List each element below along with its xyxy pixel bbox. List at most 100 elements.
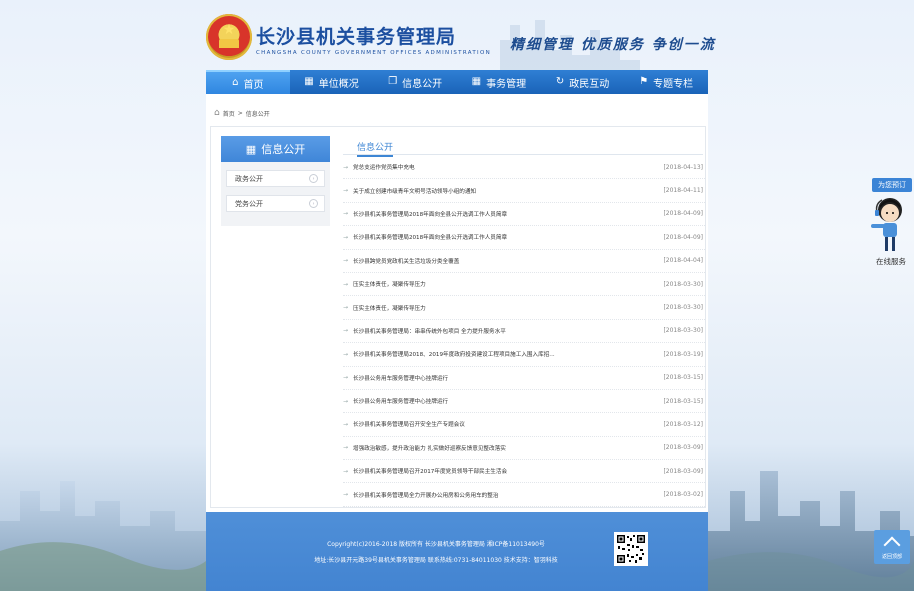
list-item[interactable]: → 长沙县机关事务管理局全力开展办公用房和公务用车的整治 [2018-03-02] <box>343 483 705 507</box>
list-item[interactable]: → 压实主体责任，凝聚传导压力 [2018-03-30] <box>343 296 705 320</box>
list-item[interactable]: → 党总支运作党员集中充电 [2018-04-13] <box>343 156 705 180</box>
article-title[interactable]: 长沙县公务用车服务管理中心挂牌运行 <box>353 374 663 382</box>
arrow-icon: → <box>343 420 349 428</box>
article-title[interactable]: 长沙县机关事务管理局：串串传统外包项目 全力提升服务水平 <box>353 327 663 335</box>
sidebar-item-party-affairs[interactable]: 党务公开 › <box>226 195 325 212</box>
site-subtitle: CHANGSHA COUNTY GOVERNMENT OFFICES ADMIN… <box>256 50 491 56</box>
article-title[interactable]: 长沙县机关事务管理局召开2017年度党员领导干部民主生活会 <box>353 467 663 475</box>
arrow-icon: → <box>343 233 349 241</box>
article-date: [2018-03-02] <box>663 491 703 499</box>
back-to-top-label: 返回顶部 <box>881 554 902 560</box>
nav-label: 专题专栏 <box>653 78 694 90</box>
list-item[interactable]: → 长沙县机关事务管理局2018、2019年度政府投资建设工程项目施工入围入库招.… <box>343 343 705 367</box>
article-title[interactable]: 党总支运作党员集中充电 <box>353 163 663 171</box>
article-title[interactable]: 长沙县跨党员党政机关生活垃圾分类全覆盖 <box>353 257 663 265</box>
article-date: [2018-03-15] <box>663 374 703 382</box>
nav-label: 信息公开 <box>402 78 443 90</box>
list-item[interactable]: → 长沙县机关事务管理局2018年面向全县公开选调工作人员简章 [2018-04-0… <box>343 226 705 250</box>
nav-about[interactable]: ▦ 单位概况 <box>290 70 374 94</box>
refresh-icon: ↻ <box>555 76 565 87</box>
list-item[interactable]: → 长沙县机关事务管理局召开安全生产专题会议 [2018-03-12] <box>343 413 705 437</box>
list-item[interactable]: → 增强政治敏感，提升政治能力 扎实做好巡察反馈意见整改落实 [2018-03-09… <box>343 437 705 461</box>
breadcrumb-home[interactable]: 首页 <box>223 109 235 118</box>
arrow-icon: → <box>343 467 349 475</box>
chevron-right-icon: › <box>309 174 318 183</box>
home-icon: ⌂ <box>214 108 220 118</box>
article-list: → 党总支运作党员集中充电 [2018-04-13] → 关于成立创建市级青年文明号活… <box>343 156 705 507</box>
article-date: [2018-03-19] <box>663 350 703 358</box>
header-slogan: 精细管理 优质服务 争创一流 <box>510 37 716 53</box>
article-date: [2018-03-09] <box>663 467 703 475</box>
sidebar-item-label: 政务公开 <box>235 174 263 183</box>
article-date: [2018-03-30] <box>663 280 703 288</box>
article-title[interactable]: 增强政治敏感，提升政治能力 扎实做好巡察反馈意见整改落实 <box>353 444 663 452</box>
article-title[interactable]: 压实主体责任，凝聚传导压力 <box>353 280 663 288</box>
list-item[interactable]: → 长沙县公务用车服务管理中心挂牌运行 [2018-03-15] <box>343 390 705 414</box>
list-item[interactable]: → 长沙县机关事务管理局2018年面向全县公开选调工作人员简章 [2018-04-0… <box>343 203 705 227</box>
customer-service-avatar-icon <box>871 198 902 251</box>
article-title[interactable]: 长沙县公务用车服务管理中心挂牌运行 <box>353 397 663 405</box>
site-title: 长沙县机关事务管理局 <box>256 26 457 48</box>
article-date: [2018-03-30] <box>663 327 703 335</box>
list-header: 信息公开 <box>343 138 703 157</box>
arrow-icon: → <box>343 374 349 382</box>
list-item[interactable]: → 压实主体责任，凝聚传导压力 [2018-03-30] <box>343 273 705 297</box>
article-title[interactable]: 长沙县机关事务管理局2018年面向全县公开选调工作人员简章 <box>353 210 663 218</box>
site-footer: Copyright(c)2016-2018 版权所有 长沙县机关事务管理局 湘I… <box>206 512 708 591</box>
list-item[interactable]: → 长沙县机关事务管理局召开2017年度党员领导干部民主生活会 [2018-03-0… <box>343 460 705 484</box>
article-title[interactable]: 长沙县机关事务管理局2018年面向全县公开选调工作人员简章 <box>353 233 663 241</box>
arrow-icon: → <box>343 210 349 218</box>
online-service-widget[interactable]: 为您预订 在线服务 <box>868 178 914 268</box>
list-item[interactable]: → 关于成立创建市级青年文明号活动领导小组的通知 [2018-04-11] <box>343 179 705 203</box>
chevron-up-icon <box>883 536 901 554</box>
arrow-icon: → <box>343 491 349 499</box>
nav-topics[interactable]: ⚑ 专题专栏 <box>624 70 708 94</box>
article-date: [2018-03-12] <box>663 420 703 428</box>
article-date: [2018-04-09] <box>663 233 703 241</box>
article-title[interactable]: 长沙县机关事务管理局2018、2019年度政府投资建设工程项目施工入围入库招..… <box>353 350 663 358</box>
arrow-icon: → <box>343 304 349 312</box>
list-item[interactable]: → 长沙县公务用车服务管理中心挂牌运行 [2018-03-15] <box>343 367 705 390</box>
content-box: ▦ 信息公开 政务公开 › 党务公开 › 信息公开 → 党总支运作党员集中充电 [2… <box>210 126 706 508</box>
main-nav: ⌂ 首页 ▦ 单位概况 ❐ 信息公开 ▦ 事务管理 ↻ 政民互动 ⚑ 专题专栏 <box>206 70 708 94</box>
arrow-icon: → <box>343 350 349 358</box>
grid-icon: ▦ <box>471 76 482 87</box>
service-label[interactable]: 在线服务 <box>868 256 914 267</box>
nav-label: 事务管理 <box>486 78 527 90</box>
article-title[interactable]: 长沙县机关事务管理局召开安全生产专题会议 <box>353 420 663 428</box>
breadcrumb-current[interactable]: 信息公开 <box>246 109 270 118</box>
arrow-icon: → <box>343 327 349 335</box>
list-item[interactable]: → 长沙县跨党员党政机关生活垃圾分类全覆盖 [2018-04-04] <box>343 250 705 273</box>
arrow-icon: → <box>343 397 349 405</box>
book-icon: ❐ <box>388 76 398 87</box>
national-emblem-logo: ★ <box>206 14 252 60</box>
flag-icon: ⚑ <box>639 76 649 87</box>
article-date: [2018-03-15] <box>663 397 703 405</box>
grid-icon: ▦ <box>245 142 257 156</box>
article-title[interactable]: 长沙县机关事务管理局全力开展办公用房和公务用车的整治 <box>353 491 663 499</box>
nav-label: 首页 <box>243 79 264 91</box>
nav-info-disclosure[interactable]: ❐ 信息公开 <box>373 70 457 94</box>
article-title[interactable]: 关于成立创建市级青年文明号活动领导小组的通知 <box>353 187 663 195</box>
list-item[interactable]: → 长沙县机关事务管理局：串串传统外包项目 全力提升服务水平 [2018-03-30… <box>343 320 705 344</box>
article-date: [2018-04-13] <box>663 163 703 171</box>
service-tag[interactable]: 为您预订 <box>872 178 912 192</box>
arrow-icon: → <box>343 187 349 195</box>
article-date: [2018-04-09] <box>663 210 703 218</box>
calendar-icon: ▦ <box>304 76 314 87</box>
nav-interaction[interactable]: ↻ 政民互动 <box>541 70 625 94</box>
nav-affairs[interactable]: ▦ 事务管理 <box>457 70 541 94</box>
article-date: [2018-04-11] <box>663 187 703 195</box>
qr-code-icon <box>614 532 648 566</box>
arrow-icon: → <box>343 257 349 265</box>
nav-home[interactable]: ⌂ 首页 <box>206 70 290 94</box>
list-title: 信息公开 <box>357 140 394 157</box>
sidebar: ▦ 信息公开 政务公开 › 党务公开 › <box>221 136 330 226</box>
sidebar-item-government-affairs[interactable]: 政务公开 › <box>226 170 325 187</box>
article-title[interactable]: 压实主体责任，凝聚传导压力 <box>353 304 663 312</box>
article-date: [2018-04-04] <box>663 257 703 265</box>
footer-copyright: Copyright(c)2016-2018 版权所有 长沙县机关事务管理局 湘I… <box>327 541 545 548</box>
back-to-top-button[interactable]: 返回顶部 <box>874 530 910 564</box>
article-date: [2018-03-30] <box>663 304 703 312</box>
nav-label: 政民互动 <box>569 78 610 90</box>
